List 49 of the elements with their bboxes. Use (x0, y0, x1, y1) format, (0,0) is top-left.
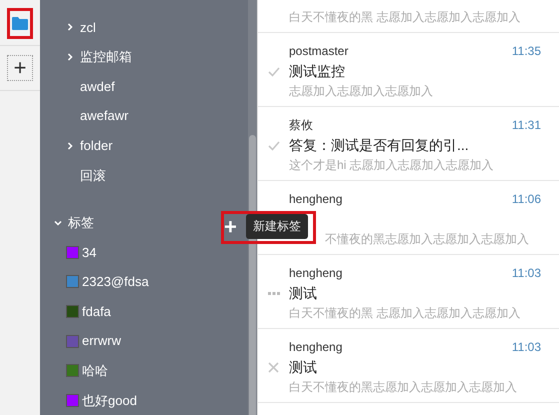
message-item[interactable]: 蔡攸 11:31 答复：测试是否有回复的引... 这个才是hi 志愿加入志愿加入志愿加入 (258, 107, 559, 181)
tag-item[interactable]: errwrw (82, 331, 121, 351)
message-time: 11:03 (512, 265, 541, 282)
tooltip: 新建标签 (246, 214, 308, 239)
folder-item[interactable]: folder (80, 136, 113, 156)
message-time: 11:31 (512, 117, 541, 134)
message-time: 11:35 (512, 43, 541, 60)
dots-icon (268, 292, 280, 295)
tag-item[interactable]: 哈哈 (82, 360, 108, 380)
sender-name: postmaster (289, 43, 348, 60)
message-preview: 志愿加入志愿加入志愿加入 (289, 83, 434, 100)
message-subject: 答复：测试是否有回复的引... (289, 136, 470, 155)
message-preview: 这个才是hi 志愿加入志愿加入志愿加入 (289, 157, 495, 174)
chevron-right-icon[interactable] (66, 52, 74, 61)
message-subject: 测试 (289, 358, 318, 377)
message-item[interactable]: hengheng 11:03 测试 白天不懂夜的黑志愿加入志愿加入志愿加入 (258, 329, 559, 403)
tag-item[interactable]: 34 (82, 242, 96, 262)
message-time: 11:06 (512, 191, 541, 208)
folder-icon[interactable] (12, 17, 28, 30)
chevron-right-icon[interactable] (66, 23, 74, 32)
add-tag-button[interactable]: + (224, 214, 238, 240)
tag-item[interactable]: 2323@fdsa (82, 272, 149, 292)
message-preview: 不懂夜的黑志愿加入志愿加入志愿加入 (324, 231, 530, 248)
check-icon (268, 140, 280, 150)
message-preview: 白天不懂夜的黑志愿加入志愿加入志愿加入 (289, 379, 518, 396)
message-preview: 白天不懂夜的黑 志愿加入志愿加入志愿加入 (289, 305, 522, 322)
folder-item[interactable]: awefawr (80, 106, 128, 126)
check-icon (268, 66, 280, 76)
chevron-right-icon[interactable] (66, 142, 74, 150)
chevron-down-icon[interactable] (54, 218, 62, 227)
sender-name: hengheng (289, 265, 342, 282)
folder-item[interactable]: 监控邮箱 (80, 47, 132, 67)
folder-item[interactable]: 回滚 (80, 166, 106, 186)
add-button[interactable]: + (7, 55, 33, 81)
message-item[interactable]: hengheng 11:03 测试 白天不懂夜的黑 志愿加入志愿加入志愿加入 (258, 255, 559, 329)
folder-item[interactable]: zcl (80, 18, 96, 38)
sender-name: hengheng (289, 191, 342, 208)
message-time: 11:03 (512, 339, 541, 356)
sender-name: 蔡攸 (289, 117, 313, 134)
message-subject: 测试 (289, 284, 318, 303)
cross-icon (268, 362, 279, 373)
tag-item[interactable]: 也好good (82, 390, 137, 410)
tags-group-title[interactable]: 标签 (68, 212, 94, 232)
folder-item[interactable]: awdef (80, 76, 115, 96)
message-item[interactable]: postmaster 11:35 测试监控 志愿加入志愿加入志愿加入 (258, 33, 559, 107)
sender-name: hengheng (289, 339, 342, 356)
message-preview: 白天不懂夜的黑 志愿加入志愿加入志愿加入 (289, 9, 522, 26)
message-subject: 测试监控 (289, 62, 346, 81)
tag-item[interactable]: fdafa (82, 302, 111, 322)
